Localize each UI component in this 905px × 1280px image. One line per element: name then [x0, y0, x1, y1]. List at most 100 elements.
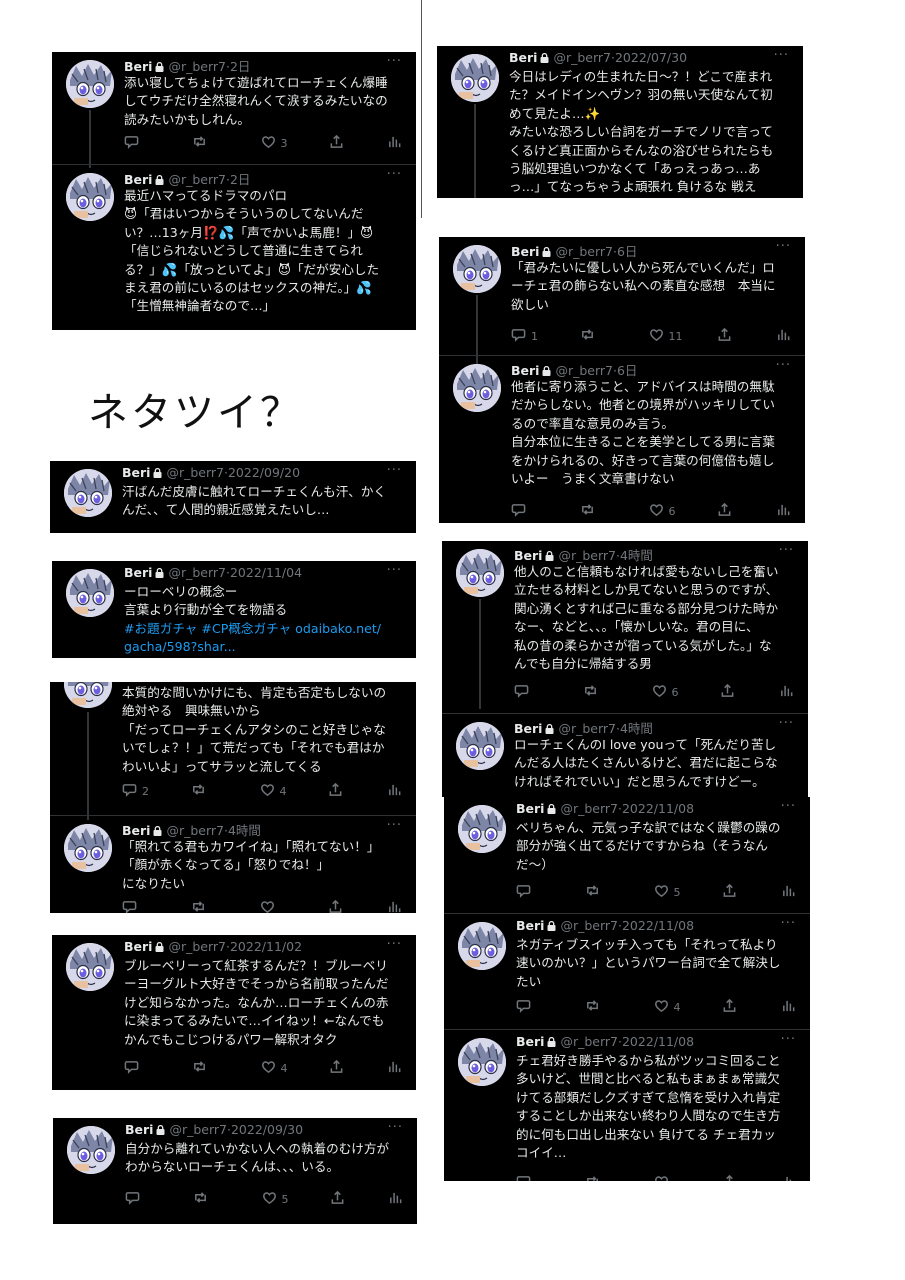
- retweet-button[interactable]: [193, 1190, 233, 1208]
- analytics-button[interactable]: [388, 1190, 403, 1208]
- retweet-button[interactable]: [585, 1174, 625, 1181]
- user-name[interactable]: Beri: [516, 1034, 544, 1049]
- share-button[interactable]: [328, 782, 358, 800]
- analytics-button[interactable]: [781, 1174, 796, 1181]
- tweet-time[interactable]: 6日: [617, 363, 637, 378]
- like-button[interactable]: 6: [649, 502, 689, 520]
- tweet-time[interactable]: 2022/09/20: [228, 465, 300, 480]
- avatar[interactable]: [66, 60, 114, 108]
- more-icon[interactable]: ···: [781, 916, 796, 931]
- more-icon[interactable]: ···: [388, 1120, 403, 1135]
- avatar[interactable]: [66, 173, 114, 221]
- tweet[interactable]: Beri @r_berr7·4時間 ··· ローチェくんのI love youって「死…: [442, 713, 808, 797]
- user-handle[interactable]: @r_berr7: [168, 565, 226, 580]
- tweet[interactable]: Beri @r_berr7·2022/09/30 ··· 自分から離れていかない人への…: [53, 1118, 417, 1224]
- avatar[interactable]: [458, 1038, 506, 1086]
- like-button[interactable]: 5: [262, 1190, 302, 1208]
- user-handle[interactable]: @r_berr7: [558, 548, 616, 563]
- user-name[interactable]: Beri: [511, 363, 539, 378]
- reply-button[interactable]: [511, 502, 551, 520]
- retweet-button[interactable]: [585, 883, 625, 901]
- user-handle[interactable]: @r_berr7: [168, 172, 226, 187]
- tweet[interactable]: Beri @r_berr7·2022/11/04 ··· ーローベリの概念ー 言葉より…: [52, 561, 416, 658]
- tweet[interactable]: Beri @r_berr7·2022/11/08 ··· ネガティブスイッチ入っても「…: [444, 913, 810, 1030]
- avatar[interactable]: [67, 1126, 115, 1174]
- analytics-button[interactable]: [776, 327, 791, 345]
- tweet[interactable]: Beri @r_berr7·2022/11/02 ··· ブルーベリーって紅茶するんだ…: [52, 935, 416, 1090]
- analytics-button[interactable]: [387, 1059, 402, 1077]
- reply-button[interactable]: [125, 1190, 165, 1208]
- user-name[interactable]: Beri: [122, 465, 150, 480]
- share-button[interactable]: [328, 899, 358, 913]
- tweet[interactable]: Beri @r_berr7·2022/11/08 ··· チェ君好き勝手やるから私がツ…: [444, 1029, 810, 1181]
- avatar[interactable]: [458, 922, 506, 970]
- user-name[interactable]: Beri: [125, 1122, 153, 1137]
- more-icon[interactable]: ···: [387, 563, 402, 578]
- share-button[interactable]: [722, 998, 752, 1016]
- tweet[interactable]: Beri @r_berr7·4時間 ··· 他人のこと信頼もなければ愛もないし己を奮い…: [442, 541, 808, 713]
- user-handle[interactable]: @r_berr7: [169, 1122, 227, 1137]
- avatar[interactable]: [66, 943, 114, 991]
- user-name[interactable]: Beri: [124, 939, 152, 954]
- avatar[interactable]: [456, 722, 504, 770]
- like-button[interactable]: 11: [649, 327, 689, 345]
- retweet-button[interactable]: [191, 782, 231, 800]
- user-name[interactable]: Beri: [124, 59, 152, 74]
- analytics-button[interactable]: [779, 683, 794, 701]
- avatar[interactable]: [64, 824, 112, 872]
- more-icon[interactable]: ···: [387, 463, 402, 478]
- analytics-button[interactable]: [387, 134, 402, 152]
- user-name[interactable]: Beri: [124, 172, 152, 187]
- user-handle[interactable]: @r_berr7: [555, 363, 613, 378]
- tweet[interactable]: Beri @r_berr7·4時間 ··· 「照れてる君もカワイイね」「照れてない！」…: [50, 815, 416, 913]
- tweet[interactable]: Beri @r_berr7·6日 ··· 「君みたいに優しい人から死んでいくんだ」ロ …: [439, 237, 805, 355]
- tweet[interactable]: Beri @r_berr7·2022/09/20 ··· 汗ばんだ皮膚に触れてローチェ…: [50, 461, 416, 533]
- user-handle[interactable]: @r_berr7: [166, 823, 224, 838]
- tweet-time[interactable]: 2022/09/30: [231, 1122, 303, 1137]
- analytics-button[interactable]: [387, 782, 402, 800]
- retweet-button[interactable]: [191, 899, 231, 913]
- like-button[interactable]: [260, 899, 300, 913]
- tweet[interactable]: Beri @r_berr7·2日 ··· 添い寝してちょけて遊ばれてローチェくん爆睡 …: [52, 52, 416, 164]
- retweet-button[interactable]: [580, 327, 620, 345]
- avatar[interactable]: [456, 549, 504, 597]
- avatar[interactable]: [64, 469, 112, 517]
- retweet-button[interactable]: [192, 1059, 232, 1077]
- like-button[interactable]: 4: [261, 1059, 301, 1077]
- tweet-time[interactable]: 2日: [230, 172, 250, 187]
- reply-button[interactable]: [516, 1174, 556, 1181]
- avatar[interactable]: [66, 569, 114, 617]
- more-icon[interactable]: ···: [781, 1032, 796, 1047]
- analytics-button[interactable]: [781, 998, 796, 1016]
- avatar[interactable]: [64, 682, 112, 708]
- tweet-time[interactable]: 6日: [617, 244, 637, 259]
- tweet[interactable]: Beri @r_berr7·2022/07/30 ··· 今日はレディの生まれた日〜？…: [437, 46, 803, 198]
- user-name[interactable]: Beri: [516, 918, 544, 933]
- more-icon[interactable]: ···: [776, 239, 791, 254]
- reply-button[interactable]: [124, 134, 164, 152]
- analytics-button[interactable]: [776, 502, 791, 520]
- user-name[interactable]: Beri: [516, 801, 544, 816]
- tweet-time[interactable]: 2022/11/08: [622, 1034, 694, 1049]
- more-icon[interactable]: ···: [776, 358, 791, 373]
- more-icon[interactable]: ···: [779, 543, 794, 558]
- user-handle[interactable]: @r_berr7: [553, 50, 611, 65]
- user-name[interactable]: Beri: [124, 565, 152, 580]
- like-button[interactable]: 4: [654, 998, 694, 1016]
- reply-button[interactable]: 1: [511, 327, 551, 345]
- tweet-time[interactable]: 2022/11/04: [230, 565, 302, 580]
- tweet-time[interactable]: 2022/11/02: [230, 939, 302, 954]
- tweet-time[interactable]: 4時間: [228, 823, 261, 838]
- user-handle[interactable]: @r_berr7: [168, 939, 226, 954]
- more-icon[interactable]: ···: [387, 54, 402, 69]
- like-button[interactable]: 5: [654, 883, 694, 901]
- avatar[interactable]: [458, 805, 506, 853]
- like-button[interactable]: 3: [261, 134, 301, 152]
- share-button[interactable]: [717, 327, 747, 345]
- user-name[interactable]: Beri: [511, 244, 539, 259]
- tweet[interactable]: Beri @r_berr7·2日 ··· 最近ハマってるドラマのパロ 😈「君はいつから…: [52, 164, 416, 330]
- tweet[interactable]: Beri @r_berr7·2022/11/08 ··· ベリちゃん、元気っ子な訳では…: [444, 797, 810, 913]
- tweet-time[interactable]: 2日: [230, 59, 250, 74]
- tweet-link[interactable]: #お題ガチャ #CP概念ガチャ odaibako.net/ gacha/598?…: [124, 621, 381, 654]
- share-button[interactable]: [722, 1174, 752, 1181]
